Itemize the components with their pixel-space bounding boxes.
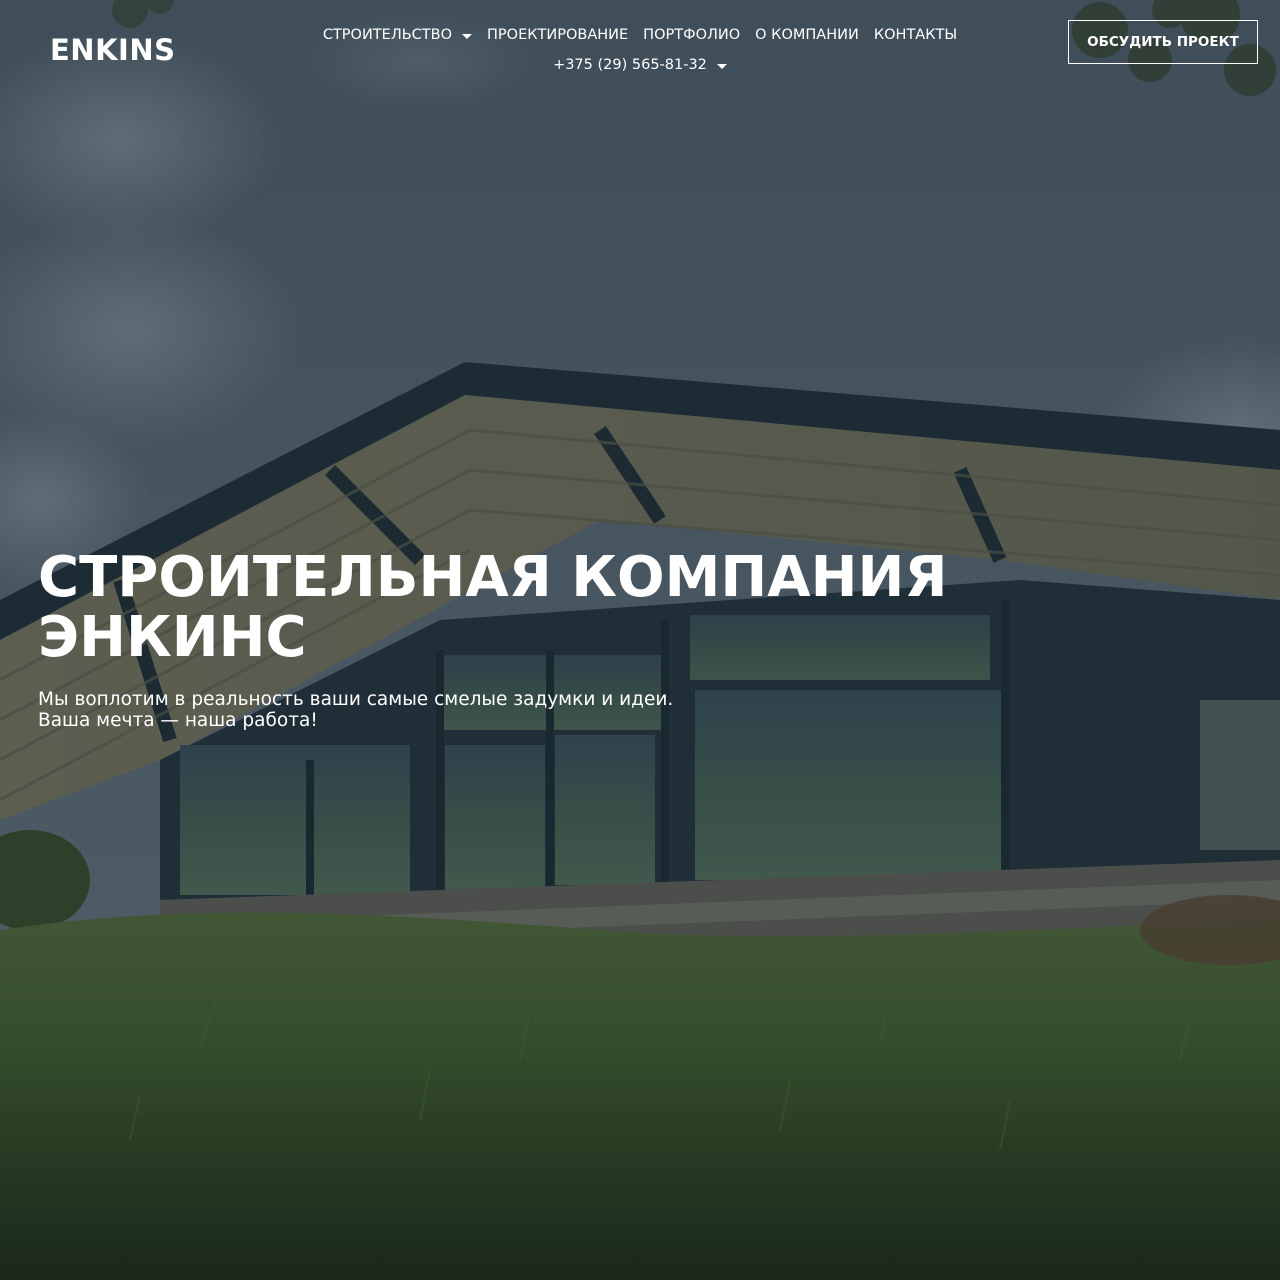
nav-item-label: ПОРТФОЛИО xyxy=(643,27,741,43)
nav-row-secondary: +375 (29) 565-81-32 xyxy=(300,52,980,78)
discuss-project-button[interactable]: ОБСУДИТЬ ПРОЕКТ xyxy=(1068,20,1258,64)
hero-title: СТРОИТЕЛЬНАЯ КОМПАНИЯ ЭНКИНС xyxy=(38,548,1038,668)
nav-item-portfolio[interactable]: ПОРТФОЛИО xyxy=(643,27,740,43)
chevron-down-icon xyxy=(462,33,473,39)
nav-item-design[interactable]: ПРОЕКТИРОВАНИЕ xyxy=(487,27,628,43)
nav-item-label: ПРОЕКТИРОВАНИЕ xyxy=(487,27,629,43)
hero-title-line-2: ЭНКИНС xyxy=(38,605,307,670)
nav-item-label: О КОМПАНИИ xyxy=(755,27,859,43)
hero-title-line-1: СТРОИТЕЛЬНАЯ КОМПАНИЯ xyxy=(38,545,948,610)
hero-subtitle: Мы воплотим в реальность ваши самые смел… xyxy=(38,689,673,731)
nav-item-contacts[interactable]: КОНТАКТЫ xyxy=(874,27,957,43)
nav-item-label: СТРОИТЕЛЬСТВО xyxy=(322,27,453,43)
nav-row-primary: СТРОИТЕЛЬСТВО ПРОЕКТИРОВАНИЕ ПОРТФОЛИО О… xyxy=(300,22,980,48)
nav-item-construction[interactable]: СТРОИТЕЛЬСТВО xyxy=(322,27,473,43)
main-nav: СТРОИТЕЛЬСТВО ПРОЕКТИРОВАНИЕ ПОРТФОЛИО О… xyxy=(300,22,980,78)
phone-dropdown[interactable]: +375 (29) 565-81-32 xyxy=(553,57,727,73)
phone-number: +375 (29) 565-81-32 xyxy=(553,57,707,73)
nav-item-about[interactable]: О КОМПАНИИ xyxy=(755,27,859,43)
nav-item-label: КОНТАКТЫ xyxy=(873,27,958,43)
hero-subtitle-line-2: Ваша мечта — наша работа! xyxy=(38,710,318,731)
chevron-down-icon xyxy=(716,63,727,69)
hero-subtitle-line-1: Мы воплотим в реальность ваши самые смел… xyxy=(38,689,674,710)
site-logo[interactable]: ENKINS xyxy=(50,33,176,67)
